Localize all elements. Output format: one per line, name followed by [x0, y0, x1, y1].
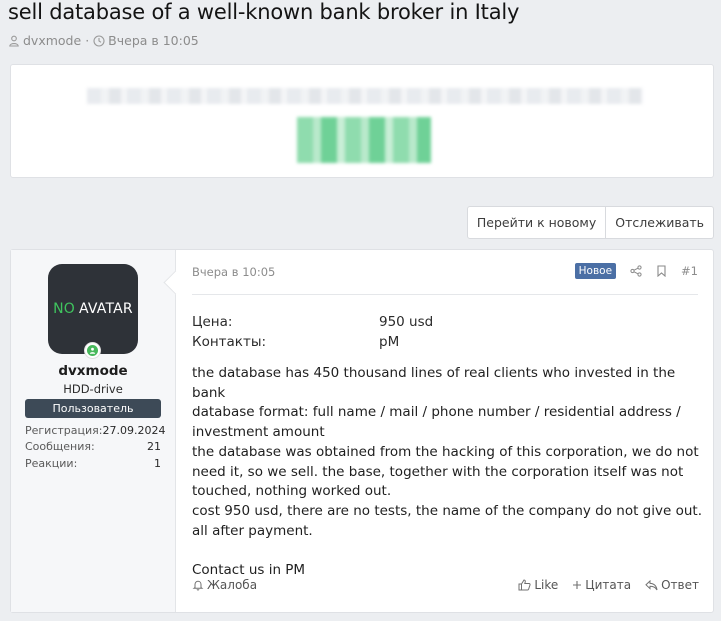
reply-label: Ответ — [661, 578, 699, 592]
post-message: NO AVATAR dvxmode HDD-drive Пользователь… — [10, 249, 714, 613]
thread-actions: Перейти к новому Отслеживать — [466, 206, 714, 239]
post-date[interactable]: Вчера в 10:05 — [192, 265, 275, 279]
user-title: HDD-drive — [63, 382, 123, 396]
field-label: Контакты: — [192, 334, 267, 350]
post-divider — [192, 294, 698, 295]
field-price: Цена: 950 usd — [192, 312, 433, 332]
reply-icon — [645, 579, 658, 591]
reply-button[interactable]: Ответ — [645, 578, 699, 592]
field-value: pM — [379, 334, 400, 350]
quote-label: Цитата — [585, 578, 632, 592]
online-status-icon — [84, 342, 101, 359]
post-header-actions: Новое #1 — [574, 263, 698, 279]
stat-value[interactable]: 21 — [147, 440, 161, 453]
user-panel: NO AVATAR dvxmode HDD-drive Пользователь… — [11, 250, 176, 612]
field-value: 950 usd — [379, 314, 434, 330]
bookmark-icon[interactable] — [656, 265, 667, 277]
username[interactable]: dvxmode — [11, 363, 175, 379]
stat-value: 1 — [154, 456, 161, 470]
post-line: cost 950 usd, there are no tests, the na… — [192, 502, 702, 539]
share-icon[interactable] — [630, 265, 642, 277]
user-stats: Регистрация: 27.09.2024 Сообщения: 21 Ре… — [25, 422, 165, 472]
avatar-no-text: NO — [53, 301, 76, 317]
post-line: the database has 450 thousand lines of r… — [192, 365, 676, 401]
like-label: Like — [534, 578, 559, 592]
post-body: the database has 450 thousand lines of r… — [192, 364, 702, 581]
thread-author[interactable]: dvxmode — [23, 33, 81, 48]
post-footer-actions: Like Цитата Ответ — [518, 578, 699, 592]
new-badge: Новое — [574, 263, 617, 279]
stat-label: Регистрация: — [25, 423, 103, 437]
plus-icon — [572, 580, 582, 590]
field-contacts: Контакты: pM — [192, 332, 433, 352]
watch-button[interactable]: Отслеживать — [606, 206, 714, 239]
field-label: Цена: — [192, 314, 233, 330]
stat-label: Сообщения: — [25, 440, 95, 454]
stat-reactions: Реакции: 1 — [25, 455, 161, 472]
goto-new-button[interactable]: Перейти к новому — [466, 206, 607, 239]
post-number[interactable]: #1 — [681, 264, 698, 278]
stat-registration: Регистрация: 27.09.2024 — [25, 422, 165, 439]
quote-button[interactable]: Цитата — [572, 578, 631, 592]
stat-value: 27.09.2024 — [102, 423, 166, 437]
advertisement-banner[interactable] — [10, 64, 714, 178]
blurred-ad-text — [87, 88, 643, 104]
report-button[interactable]: Жалоба — [192, 578, 257, 592]
avatar[interactable]: NO AVATAR — [48, 264, 138, 354]
user-icon — [8, 35, 20, 47]
report-label: Жалоба — [207, 578, 258, 592]
post-line: database format: full name / mail / phon… — [192, 404, 681, 441]
like-button[interactable]: Like — [518, 578, 558, 592]
post-fields: Цена: 950 usd Контакты: pM — [192, 312, 433, 352]
thread-date[interactable]: Вчера в 10:05 — [108, 33, 199, 48]
thread-meta: dvxmode · Вчера в 10:05 — [8, 33, 199, 48]
thumbs-up-icon — [518, 579, 531, 591]
stat-messages: Сообщения: 21 — [25, 439, 161, 456]
avatar-text: AVATAR — [79, 301, 133, 317]
thread-title: sell database of a well-known bank broke… — [8, 0, 520, 24]
stat-label: Реакции: — [25, 456, 78, 470]
post-line: the database was obtained from the hacki… — [192, 443, 699, 500]
user-banner: Пользователь — [25, 399, 161, 418]
post-spacer — [192, 541, 702, 561]
meta-separator: · — [85, 33, 90, 48]
clock-icon — [93, 34, 105, 47]
bell-icon — [192, 579, 204, 591]
blurred-ad-button[interactable] — [297, 117, 431, 163]
